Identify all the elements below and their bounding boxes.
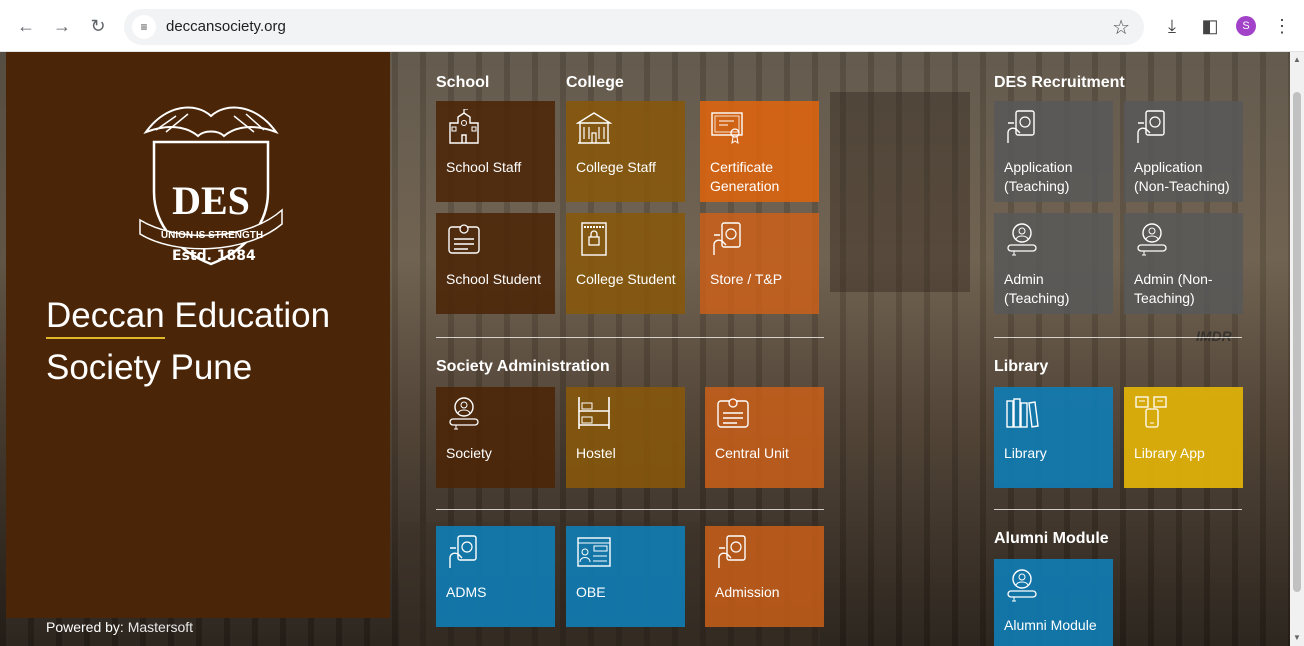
student-id-icon — [448, 224, 480, 254]
tile-obe[interactable]: OBE — [566, 526, 685, 627]
locked-document-icon — [581, 222, 607, 256]
tile-application-non-teaching[interactable]: Application (Non-Teaching) — [1124, 101, 1243, 202]
powered-by-label: Powered by: — [46, 619, 124, 635]
section-title-recruitment: DES Recruitment — [994, 74, 1125, 91]
section-title-library: Library — [994, 358, 1049, 375]
back-arrow-icon[interactable]: ← — [14, 14, 38, 38]
brand-title-education: Education — [164, 296, 331, 335]
tile-label: Application (Non-Teaching) — [1134, 159, 1230, 194]
tile-label: OBE — [576, 584, 606, 600]
library-app-icon — [1135, 396, 1167, 428]
books-icon — [1006, 398, 1039, 428]
tile-label: School Staff — [446, 159, 522, 175]
tile-label: Central Unit — [715, 445, 789, 461]
reload-icon[interactable]: ↻ — [86, 14, 110, 38]
tile-library[interactable]: Library — [994, 387, 1113, 488]
scroll-thumb[interactable] — [1293, 92, 1301, 592]
brand-title-deccan: Deccan — [46, 296, 165, 339]
tile-label: Library — [1004, 445, 1047, 461]
menu-kebab-icon[interactable]: ⋮ — [1270, 14, 1294, 38]
tile-label: Store / T&P — [710, 271, 783, 287]
tile-label: Society — [446, 445, 492, 461]
bookmark-star-icon[interactable]: ☆ — [1112, 15, 1130, 40]
url-text[interactable]: deccansociety.org — [166, 18, 286, 35]
crest-motto: UNION IS STRENGTH — [161, 230, 263, 241]
tile-admin-teaching[interactable]: Admin (Teaching) — [994, 213, 1113, 314]
login-screen-icon — [577, 537, 611, 567]
hand-phone-icon — [713, 222, 741, 255]
profile-avatar[interactable]: S — [1236, 16, 1256, 36]
tile-label: Certificate Generation — [710, 159, 780, 194]
crest-established: Estd. 1884 — [172, 248, 256, 264]
tile-label: College Student — [576, 271, 676, 287]
bunk-bed-icon — [578, 397, 610, 429]
tile-label: Library App — [1134, 445, 1205, 461]
tile-school-staff[interactable]: School Staff — [436, 101, 555, 202]
section-title-college: College — [566, 74, 624, 91]
tile-label: Application (Teaching) — [1004, 159, 1073, 194]
background-building — [830, 92, 970, 292]
tile-label: Admin (Non-Teaching) — [1134, 271, 1213, 306]
hand-phone-icon — [1137, 110, 1165, 143]
brand-panel: DES UNION IS STRENGTH Estd. 1884 Deccan … — [6, 52, 390, 618]
tile-central-unit[interactable]: Central Unit — [705, 387, 824, 488]
hand-phone-icon — [449, 535, 477, 568]
section-divider — [994, 509, 1242, 510]
brand-title: Deccan Education Society Pune — [46, 290, 330, 394]
powered-by: Powered by: Mastersoft — [46, 619, 193, 635]
tile-certificate-generation[interactable]: Certificate Generation — [700, 101, 819, 202]
tile-label: Admission — [715, 584, 780, 600]
section-title-alumni: Alumni Module — [994, 530, 1109, 547]
tile-label: College Staff — [576, 159, 656, 175]
download-icon[interactable]: ⤓ — [1160, 14, 1184, 38]
college-building-icon — [576, 112, 612, 144]
vertical-scrollbar[interactable]: ▲ ▼ — [1290, 52, 1304, 646]
section-divider — [994, 337, 1242, 338]
site-settings-icon[interactable]: ≡ — [132, 15, 156, 39]
tile-hostel[interactable]: Hostel — [566, 387, 685, 488]
tile-society[interactable]: Society — [436, 387, 555, 488]
tile-label: ADMS — [446, 584, 487, 600]
hand-phone-icon — [718, 535, 746, 568]
tile-label: Admin (Teaching) — [1004, 271, 1070, 306]
school-building-icon — [449, 109, 479, 144]
tile-label: Alumni Module — [1004, 617, 1097, 633]
id-card-icon — [717, 398, 749, 428]
section-divider — [436, 509, 824, 510]
scroll-up-arrow-icon[interactable]: ▲ — [1293, 56, 1301, 64]
brand-title-society: Society Pune — [46, 348, 253, 387]
background-sign: IMDR — [1196, 328, 1232, 344]
tile-label: School Student — [446, 271, 541, 287]
certificate-icon — [711, 112, 743, 145]
forward-arrow-icon[interactable]: → — [50, 14, 74, 38]
tile-adms[interactable]: ADMS — [436, 526, 555, 627]
tile-school-student[interactable]: School Student — [436, 213, 555, 314]
section-divider — [436, 337, 824, 338]
section-title-society-admin: Society Administration — [436, 358, 610, 375]
tile-alumni-module[interactable]: Alumni Module — [994, 559, 1113, 646]
page-viewport: IMDR DES UNION IS STRENGTH Estd. 1884 De… — [0, 52, 1290, 646]
des-crest-logo: DES UNION IS STRENGTH — [139, 106, 283, 266]
user-key-icon — [449, 397, 479, 430]
tile-store-tp[interactable]: Store / T&P — [700, 213, 819, 314]
side-panel-icon[interactable]: ◧ — [1198, 14, 1222, 38]
tile-label: Hostel — [576, 445, 616, 461]
tile-college-student[interactable]: College Student — [566, 213, 685, 314]
user-key-icon — [1007, 223, 1037, 256]
address-bar[interactable]: ≡ deccansociety.org ☆ — [124, 9, 1144, 45]
tile-college-staff[interactable]: College Staff — [566, 101, 685, 202]
tile-library-app[interactable]: Library App — [1124, 387, 1243, 488]
scroll-down-arrow-icon[interactable]: ▼ — [1293, 634, 1301, 642]
section-title-school: School — [436, 74, 490, 91]
powered-by-link[interactable]: Mastersoft — [128, 619, 193, 635]
tile-admission[interactable]: Admission — [705, 526, 824, 627]
browser-toolbar: ← → ↻ ≡ deccansociety.org ☆ ⤓ ◧ S ⋮ — [0, 0, 1304, 52]
hand-phone-icon — [1007, 110, 1035, 143]
tile-admin-non-teaching[interactable]: Admin (Non-Teaching) — [1124, 213, 1243, 314]
tile-application-teaching[interactable]: Application (Teaching) — [994, 101, 1113, 202]
crest-monogram: DES — [172, 178, 250, 223]
user-key-icon — [1137, 223, 1167, 256]
user-key-icon — [1007, 569, 1037, 602]
